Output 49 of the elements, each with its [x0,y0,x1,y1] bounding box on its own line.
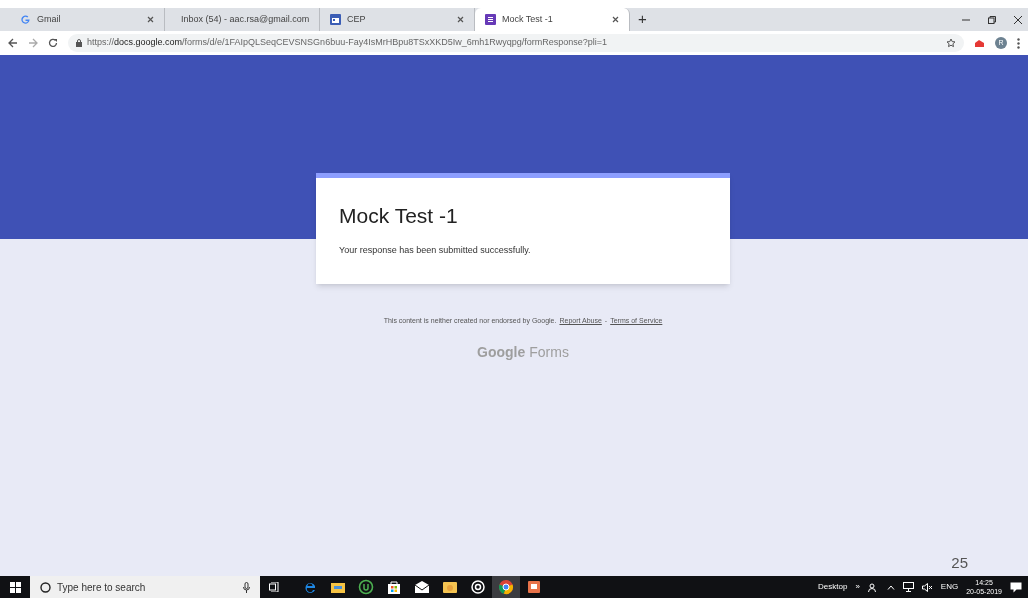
close-icon[interactable] [457,16,464,23]
search-icon [40,581,51,593]
windows-start-icon[interactable] [9,581,21,593]
form-icon [485,14,496,25]
close-icon[interactable] [147,16,154,23]
people-icon[interactable] [867,582,879,592]
tab-title: CEP [347,12,367,26]
extension-icon[interactable] [974,38,985,48]
back-arrow-icon[interactable] [8,38,18,48]
chevron-text[interactable]: » [855,581,860,593]
reload-icon[interactable] [48,38,58,48]
close-icon[interactable] [612,16,619,23]
menu-icon[interactable] [1017,37,1020,49]
folder-icon [442,579,458,595]
address-bar[interactable]: https://docs.google.com/forms/d/e/1FAIpQLSeqCEVSNSGn6buu-Fay4IsMrHBpu8TSxXKD5Iw_6mh1Rwyqpg/formResponse?pli=1 [68,34,964,52]
star-icon[interactable] [946,38,956,48]
taskbar-app-button[interactable] [492,576,520,598]
form-title: Mock Test -1 [339,203,459,229]
task-view-icon[interactable] [268,582,280,592]
shopping-bag-icon [386,579,402,595]
browser-tab[interactable]: Mock Test -1 [475,8,630,31]
tab-title: Inbox (54) - aac.rsa@gmail.com [181,12,310,26]
search-input[interactable]: Type here to search [57,579,237,595]
tab-title: Mock Test -1 [502,12,554,26]
browser-icon [498,579,514,595]
brand-logo-text: Google [477,342,526,362]
lock-icon [76,39,82,47]
desktop-toolbar-label[interactable]: Desktop [818,581,848,593]
page-number: 25 [951,552,968,573]
notification-icon[interactable] [1010,581,1022,593]
presentation-icon [526,579,542,595]
google-icon [20,14,31,25]
calendar-icon [330,14,341,25]
restore-icon[interactable] [988,15,996,24]
taskbar-search-field[interactable]: Type here to search [30,576,260,598]
new-tab-button[interactable]: + [630,8,655,31]
caret-up-icon[interactable] [886,584,895,590]
muted-speaker-icon[interactable] [921,582,933,592]
confirmation-message: Your response has been submitted successfully. [339,243,532,257]
language-indicator[interactable]: ENG [940,581,959,593]
close-icon[interactable] [1014,15,1022,24]
target-icon [470,579,486,595]
envelope-icon [414,579,430,595]
url-text: https://docs.google.com/forms/d/e/1FAIpQLSeqCEVSNSGn6buu-Fay4IsMrHBpu8TSxXKD5Iw_6mh1Rwyqpg/formResponse?pli=1 [87,36,607,50]
tab-title: Gmail [37,12,62,26]
microphone-icon[interactable] [243,581,250,593]
brand-product-text: Forms [529,342,569,362]
network-icon[interactable] [902,582,914,592]
u-circle-icon [358,579,374,595]
